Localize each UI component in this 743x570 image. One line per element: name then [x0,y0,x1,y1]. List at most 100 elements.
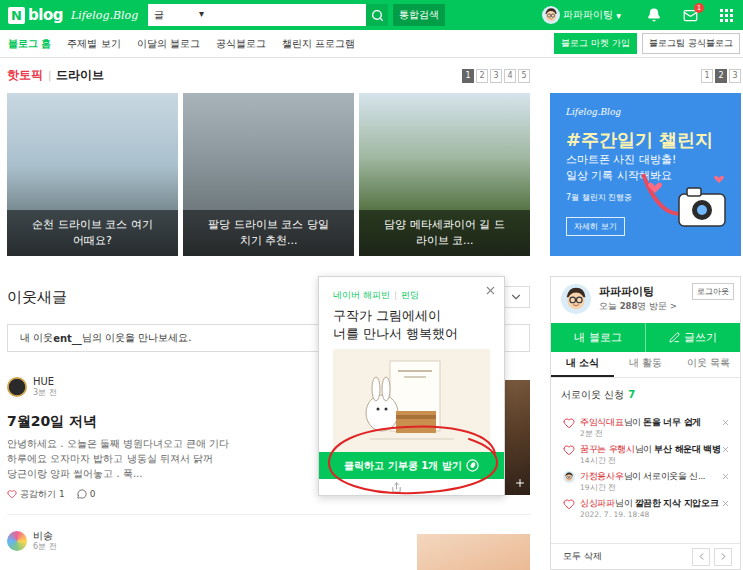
post-avatar[interactable] [7,377,27,397]
profile-tab[interactable]: 이웃 목록 [677,352,740,377]
my-blog-button[interactable]: 내 블로그 [551,323,645,352]
nav-item[interactable]: 공식블로그 [216,37,266,51]
heart-icon [563,498,575,510]
news-delete-button[interactable] [721,470,730,482]
logo-text[interactable]: blog [28,6,63,24]
search-button[interactable] [366,4,388,26]
news-text[interactable]: 싱싱파파님이 깔끔한 지삭 지압오크 [580,497,716,509]
banner-brand: Lifelog.Blog [566,106,621,118]
close-icon [721,472,730,481]
news-text[interactable]: 주임식대표님이 돈을 너무 쉽게 [580,416,716,428]
news-time: 19시간 전 [580,482,716,494]
page-button[interactable]: 4 [504,69,516,83]
nav-item[interactable]: 주제별 보기 [67,37,120,51]
news-text[interactable]: 꿈꾸는 우행시님이 부산 해운대 백병 [580,443,716,455]
popup-image[interactable] [333,349,490,452]
app-grid-icon[interactable] [720,9,733,22]
banner-button[interactable]: 자세히 보기 [566,217,625,236]
delete-all-button[interactable]: 모두 삭제 [563,550,602,563]
author-name[interactable]: 비송 [33,530,57,541]
search-input[interactable] [210,5,366,25]
plus-icon [514,477,526,489]
banner-line: 스마트폰 사진 대방출! [566,152,676,168]
challenge-banner[interactable]: Lifelog.Blog#주간일기 챌린지스마트폰 사진 대방출!일상 기록 시… [550,93,741,256]
heart-icon [563,417,575,429]
page: Nblog Lifelog.Blog 글▾ 통합검색 파파파이팅▾ 1 블로그 홈 주제별 보… [0,0,743,570]
news-delete-button[interactable] [721,443,730,455]
feed-title: 이웃새글 [7,288,67,307]
topic-card[interactable]: 순천 드라이브 코스 여기어때요? [7,93,178,256]
bell-icon [647,8,661,22]
topic-card-caption: 팔당 드라이브 코스 당일치기 추천... [183,210,354,256]
camera-illustration-icon [635,164,735,244]
nav-buttons: 블로그 마켓 가입블로그팀 공식블로그 [554,33,740,54]
popup-close-button[interactable] [484,284,497,297]
news-row[interactable]: 주임식대표님이 돈을 너무 쉽게2분 전 [563,414,730,441]
write-button[interactable]: 글쓰기 [645,323,740,352]
profile-name[interactable]: 파파파이팅 [599,285,677,299]
topic-card[interactable]: 팔당 드라이브 코스 당일치기 추천... [183,93,354,256]
neighbor-request[interactable]: 서로이웃 신청7 [551,378,740,408]
news-row[interactable]: 가정용사우님이 서로이웃을 신...19시간 전 [563,468,730,495]
next-button[interactable] [714,548,732,566]
profile-tab[interactable]: 내 활동 [614,352,677,377]
right-column: 123 Lifelog.Blog#주간일기 챌린지스마트폰 사진 대방출!일상 기… [550,58,741,570]
nav-button[interactable]: 블로그팀 공식블로그 [642,33,740,54]
news-delete-button[interactable] [721,416,730,428]
logo[interactable]: Nblog Lifelog.Blog [8,6,148,24]
donate-button[interactable]: 클릭하고 기부콩 1개 받기 [319,452,504,479]
news-time: 2022. 7. 19. 18:48 [580,509,716,521]
user-avatar-icon [542,6,560,24]
page-button[interactable]: 1 [462,69,474,83]
prev-button[interactable] [692,548,710,566]
page-button[interactable]: 2 [715,69,727,83]
profile-top: 파파파이팅오늘 288명 방문 > 로그아웃 [551,277,740,321]
book-illustration-icon [352,355,472,447]
post-row[interactable]: 비송6분 전 [7,515,530,570]
news-row[interactable]: 꿈꾸는 우행시님이 부산 해운대 백병14시간 전 [563,441,730,468]
page-button[interactable]: 2 [476,69,488,83]
profile-tab[interactable]: 내 소식 [551,352,614,377]
chevron-right-icon [718,551,729,562]
app-menu-button[interactable] [720,9,733,22]
logout-button[interactable]: 로그아웃 [692,283,734,300]
page-button[interactable]: 3 [729,69,741,83]
logo-mark[interactable]: N [8,7,25,24]
post-avatar[interactable] [7,531,27,551]
post-author[interactable]: 비송6분 전 [7,530,407,552]
sub-logo[interactable]: Lifelog.Blog [71,9,138,22]
main-nav: 블로그 홈 주제별 보기 이달의 블로그 공식블로그 챌린지 프로그램 블로그 마켓 가입… [0,30,743,58]
topic-card-caption: 순천 드라이브 코스 여기어때요? [7,210,178,256]
topic-card[interactable]: 담양 메타세콰이어 길 드라이브 코... [359,93,530,256]
profile-avatar-icon [561,284,591,314]
nav-item[interactable]: 챌린지 프로그램 [282,37,355,51]
search-scope[interactable]: 글▾ [148,8,210,22]
author-name[interactable]: HUE [33,376,57,387]
nav-button[interactable]: 블로그 마켓 가입 [554,33,637,54]
page-button[interactable]: 5 [518,69,530,83]
total-search-button[interactable]: 통합검색 [393,4,445,26]
header-actions: 파파파이팅▾ 1 [542,6,733,24]
news-row[interactable]: 싱싱파파님이 깔끔한 지삭 지압오크2022. 7. 19. 18:48 [563,495,730,522]
news-delete-button[interactable] [721,497,730,509]
nav-item[interactable]: 이달의 블로그 [137,37,200,51]
mail-button[interactable]: 1 [683,8,698,23]
feed-dropdown[interactable] [502,286,530,308]
like-button[interactable]: 공감하기1 [7,487,65,501]
profile-visits[interactable]: 오늘 288명 방문 > [599,299,677,313]
search-icon [371,9,384,22]
share-icon[interactable] [391,482,402,493]
news-time: 14시간 전 [580,455,716,467]
popup-title[interactable]: 구작가 그림에세이너를 만나서 행복했어 [333,307,490,343]
notification-button[interactable] [647,8,661,22]
comment-button[interactable]: 0 [77,487,96,501]
post-thumbnail[interactable] [417,534,530,570]
page-button[interactable]: 1 [701,69,713,83]
page-button[interactable]: 3 [490,69,502,83]
user-menu[interactable]: 파파파이팅▾ [542,6,621,24]
news-text[interactable]: 가정용사우님이 서로이웃을 신... [580,470,716,482]
left-column: 핫토픽|드라이브12345순천 드라이브 코스 여기어때요?팔당 드라이브 코스… [7,58,530,570]
close-icon [721,418,730,427]
nav-item[interactable]: 블로그 홈 [8,37,51,51]
hot-topic-pager: 12345 [462,69,530,83]
